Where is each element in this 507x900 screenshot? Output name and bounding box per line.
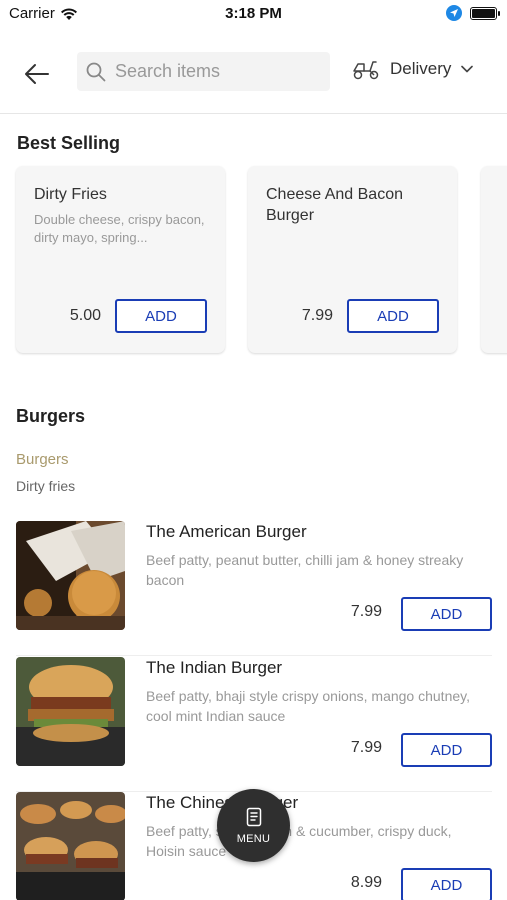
search-icon [86,62,106,81]
card-item-price: 5.00 [69,307,101,324]
item-price: 7.99 [350,739,382,756]
item-description: Beef patty, peanut butter, chilli jam & … [146,552,464,588]
add-button[interactable]: ADD [347,299,439,333]
add-button[interactable]: ADD [115,299,207,333]
subcategory-link-dirty-fries[interactable]: Dirty fries [16,478,75,494]
category-title: Burgers [16,406,86,426]
card-item-name: Dirty Fries [34,186,107,203]
top-bar: Delivery [0,40,507,114]
add-button[interactable]: ADD [401,868,492,900]
delivery-label: Delivery [390,59,452,78]
back-arrow-icon [25,64,49,84]
subcategory-link-burgers[interactable]: Burgers [16,451,69,468]
menu-book-icon [246,807,261,826]
add-button[interactable]: ADD [401,733,492,767]
food-photo [16,521,125,630]
delivery-selector[interactable]: Delivery [352,58,474,80]
item-description: Beef patty, spring onion & cucumber, cri… [146,823,452,859]
card-item-price: 7.99 [301,307,333,324]
best-selling-title: Best Selling [17,133,121,153]
scooter-icon [353,61,379,80]
best-selling-card[interactable]: Cheese And Bacon Burger 7.99 ADD [248,166,457,353]
item-price: 7.99 [350,603,382,620]
item-name: The Indian Burger [146,658,283,677]
food-photo [16,792,125,900]
status-bar: Carrier 3:18 PM [0,0,507,30]
search-bar[interactable] [77,52,330,91]
chevron-down-icon [461,65,474,73]
location-arrow-icon [446,5,462,21]
item-name: The American Burger [146,522,307,541]
menu-fab-label: MENU [236,832,271,845]
menu-fab-button[interactable]: MENU [217,789,290,862]
card-item-description: Double cheese, crispy bacon, dirty mayo,… [34,212,205,245]
add-button[interactable]: ADD [401,597,492,631]
item-price: 8.99 [350,874,382,891]
card-item-name: Cheese And Bacon Burger [266,186,403,224]
menu-item[interactable]: The Indian Burger Beef patty, bhaji styl… [16,657,492,792]
search-input[interactable] [115,61,315,82]
item-description: Beef patty, bhaji style crispy onions, m… [146,688,470,724]
status-icons [446,5,500,21]
menu-item[interactable]: The American Burger Beef patty, peanut b… [16,521,492,656]
best-selling-card[interactable]: Dirty Fries Double cheese, crispy bacon,… [16,166,225,353]
battery-icon [470,6,500,20]
back-button[interactable] [22,59,52,89]
status-time: 3:18 PM [225,5,282,22]
food-photo [16,657,125,766]
best-selling-card-partial[interactable] [481,166,507,353]
